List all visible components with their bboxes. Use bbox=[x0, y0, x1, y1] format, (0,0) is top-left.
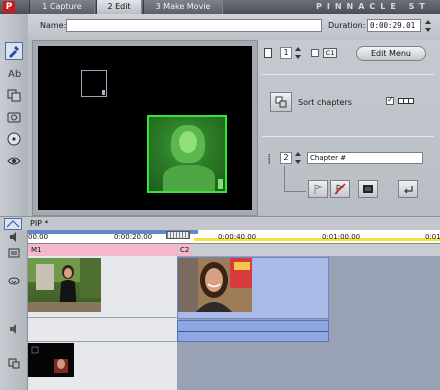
page-stepper[interactable] bbox=[294, 47, 301, 59]
menu-marker-lane: M1 C2 bbox=[28, 244, 440, 256]
menu-track-icon[interactable] bbox=[7, 246, 21, 260]
svg-text:Ab: Ab bbox=[8, 69, 21, 80]
video-clip-1[interactable] bbox=[28, 258, 101, 312]
pip-person-face bbox=[179, 131, 197, 153]
remove-chapter-link-icon[interactable] bbox=[330, 180, 350, 198]
album-tab-strip: Ab bbox=[0, 14, 28, 216]
chapter-title-field[interactable]: Chapter # bbox=[307, 152, 423, 164]
pip-person-body bbox=[163, 165, 215, 191]
timeline-scrubber[interactable] bbox=[166, 231, 190, 239]
transitions-tab-icon[interactable] bbox=[5, 86, 23, 104]
chapter-stepper[interactable] bbox=[294, 152, 301, 164]
chapter-bracket bbox=[284, 166, 306, 192]
sort-chapters-icon[interactable] bbox=[270, 92, 292, 112]
chapter-marker-c2[interactable]: C2 bbox=[177, 244, 191, 256]
tab-edit[interactable]: 2 Edit bbox=[96, 0, 142, 14]
audio-volume-line[interactable] bbox=[178, 331, 328, 332]
page-number-field[interactable]: 1 bbox=[280, 47, 292, 59]
disc-menus-tab-icon[interactable] bbox=[5, 130, 23, 148]
duration-label: Duration: bbox=[328, 21, 366, 30]
c1-checkbox[interactable] bbox=[311, 49, 319, 57]
menu-name-bar: Name: Duration: 0:00:29.01 bbox=[28, 14, 440, 40]
menu-marker-m1[interactable]: M1 bbox=[28, 244, 176, 256]
overlay-track-icon[interactable] bbox=[7, 356, 21, 370]
menu-properties-panel: 1 C1 Edit Menu Sort chapters ⸽ 2 Chapter… bbox=[258, 40, 440, 216]
tab-make-movie[interactable]: 3 Make Movie bbox=[143, 0, 223, 14]
album-tab-icon[interactable] bbox=[5, 42, 23, 60]
chapter-link-icon: ⸽ bbox=[268, 155, 271, 165]
sort-chapters-checkbox[interactable] bbox=[386, 95, 394, 105]
ruler-tick: 0:01 bbox=[425, 233, 440, 241]
still-images-tab-icon[interactable] bbox=[5, 108, 23, 126]
pip-resize-handle[interactable] bbox=[218, 179, 223, 189]
thumbnail-toggle-icon[interactable] bbox=[358, 180, 378, 198]
video-track-icon[interactable] bbox=[7, 274, 21, 288]
ruler-tick: 00.00 bbox=[28, 233, 49, 241]
return-link-icon[interactable] bbox=[398, 180, 418, 198]
page-icon bbox=[264, 48, 272, 58]
sort-chapters-label: Sort chapters bbox=[298, 98, 352, 107]
track-header-column bbox=[0, 230, 28, 390]
overlay-menu-clip[interactable] bbox=[28, 343, 74, 377]
edit-menu-button[interactable]: Edit Menu bbox=[356, 46, 426, 61]
panel-divider bbox=[262, 74, 434, 75]
ruler-tick: 0:00:20.00 bbox=[114, 233, 153, 241]
speaker-icon[interactable] bbox=[7, 230, 21, 244]
audio-clip[interactable] bbox=[177, 320, 329, 342]
duration-stepper[interactable] bbox=[424, 20, 431, 32]
ruler-tick: 0:00:40.00 bbox=[218, 233, 257, 241]
panel-divider-2 bbox=[262, 136, 434, 137]
c1-tag: C1 bbox=[323, 48, 337, 58]
sound-effects-tab-icon[interactable] bbox=[5, 152, 23, 170]
menu-name-input[interactable] bbox=[66, 19, 322, 32]
titles-tab-icon[interactable]: Ab bbox=[5, 64, 23, 82]
sort-order-icon bbox=[398, 98, 414, 104]
timeline-toolbar: PIP * bbox=[0, 216, 440, 230]
chapter-number-field[interactable]: 2 bbox=[280, 152, 292, 164]
audio-track-icon[interactable] bbox=[7, 322, 21, 336]
set-chapter-link-icon[interactable] bbox=[308, 180, 328, 198]
pinnacle-logo: P bbox=[3, 1, 15, 13]
audio-track-lane bbox=[28, 318, 177, 342]
top-bar: P 1 Capture 2 Edit 3 Make Movie PINNACLE… bbox=[0, 0, 440, 14]
name-label: Name: bbox=[40, 21, 67, 30]
brand-title: PINNACLE ST bbox=[316, 2, 430, 11]
pip-source-box[interactable] bbox=[81, 70, 107, 97]
timeline-ruler[interactable]: 00.00 0:00:20.00 0:00:40.00 0:01:00.00 0… bbox=[28, 230, 440, 244]
video-clip-2[interactable] bbox=[178, 258, 252, 312]
pip-source-handle[interactable] bbox=[102, 90, 105, 95]
project-title: PIP * bbox=[30, 219, 49, 228]
tab-capture[interactable]: 1 Capture bbox=[29, 0, 95, 14]
duration-field[interactable]: 0:00:29.01 bbox=[367, 19, 421, 32]
timeline-view-icon[interactable] bbox=[4, 218, 22, 230]
ruler-tick: 0:01:00.00 bbox=[322, 233, 361, 241]
pip-overlay-video[interactable] bbox=[147, 115, 227, 193]
